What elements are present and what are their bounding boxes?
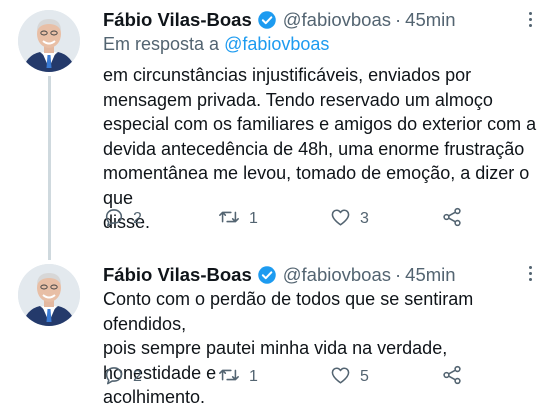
separator: ·	[395, 264, 402, 285]
more-options-icon[interactable]	[520, 8, 540, 30]
author-handle[interactable]: @fabiovboas	[283, 9, 391, 31]
verified-badge-icon	[257, 10, 277, 30]
verified-badge-icon	[257, 265, 277, 285]
reply-count: 2	[133, 368, 142, 385]
tweet-text: Conto com o perdão de todos que se senti…	[103, 289, 474, 407]
like-button[interactable]: 5	[329, 364, 369, 390]
like-button[interactable]: 3	[329, 206, 369, 232]
author-name[interactable]: Fábio Vilas-Boas	[103, 9, 252, 31]
timestamp[interactable]: 45min	[405, 264, 455, 286]
tweet[interactable]: Fábio Vilas-Boas @fabiovboas · 45min Em …	[0, 0, 556, 260]
avatar[interactable]	[18, 264, 80, 326]
author-name[interactable]: Fábio Vilas-Boas	[103, 264, 252, 286]
author-handle[interactable]: @fabiovboas	[283, 264, 391, 286]
heart-icon	[329, 364, 352, 391]
retweet-count: 1	[249, 210, 258, 227]
reply-icon	[103, 206, 125, 233]
retweet-button[interactable]: 1	[217, 206, 258, 232]
retweet-icon	[217, 206, 241, 233]
retweet-icon	[217, 364, 241, 391]
reply-icon	[103, 364, 125, 391]
reply-button[interactable]: 2	[103, 364, 142, 390]
heart-icon	[329, 206, 352, 233]
separator: ·	[395, 9, 402, 30]
share-icon	[441, 364, 463, 391]
like-count: 3	[360, 210, 369, 227]
reply-handle-link[interactable]: @fabiovboas	[224, 34, 329, 54]
reply-button[interactable]: 2	[103, 206, 142, 232]
tweet-header: Fábio Vilas-Boas @fabiovboas · 45min	[103, 262, 456, 288]
tweet-actions: 2 1 5	[103, 364, 543, 390]
share-icon	[441, 206, 463, 233]
tweet[interactable]: Fábio Vilas-Boas @fabiovboas · 45min Con…	[0, 260, 556, 407]
share-button[interactable]	[441, 364, 463, 390]
more-options-icon[interactable]	[520, 262, 540, 284]
retweet-button[interactable]: 1	[217, 364, 258, 390]
reply-prefix: Em resposta a	[103, 34, 220, 54]
share-button[interactable]	[441, 206, 463, 232]
retweet-count: 1	[249, 368, 258, 385]
reply-count: 2	[133, 210, 142, 227]
thread-line	[48, 76, 51, 260]
like-count: 5	[360, 368, 369, 385]
tweet-actions: 2 1 3	[103, 206, 543, 232]
reply-context: Em resposta a @fabiovboas	[103, 34, 329, 55]
avatar[interactable]	[18, 10, 80, 72]
tweet-header: Fábio Vilas-Boas @fabiovboas · 45min	[103, 7, 456, 33]
timestamp[interactable]: 45min	[405, 9, 455, 31]
